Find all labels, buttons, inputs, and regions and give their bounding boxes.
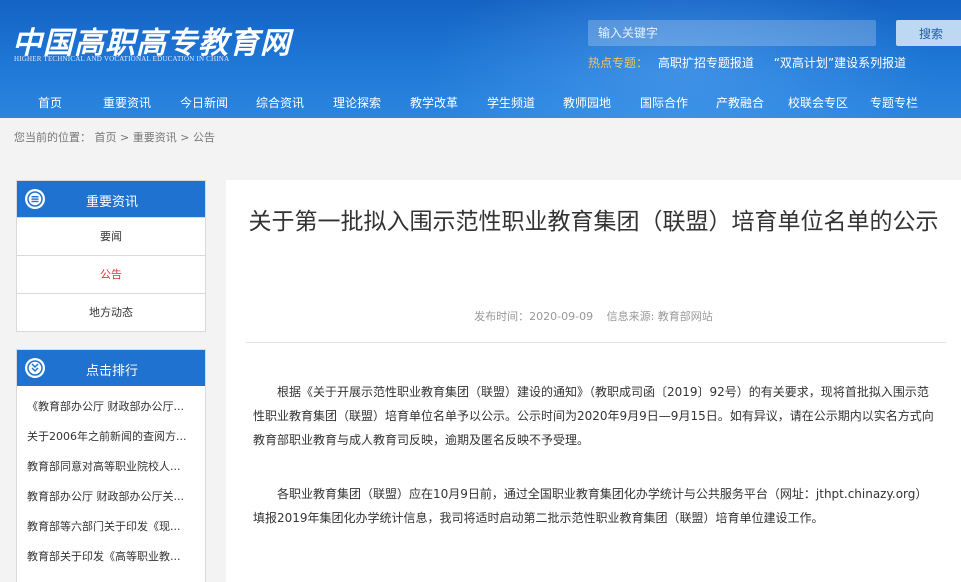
- breadcrumb-current[interactable]: 公告: [193, 131, 215, 144]
- rank-item[interactable]: 关于2006年之前新闻的查阅方...: [17, 422, 205, 452]
- sidebar-rank-header: 点击排行: [17, 350, 205, 386]
- nav-item-industry-education[interactable]: 产教融合: [716, 92, 764, 114]
- sidebar-item-local-news[interactable]: 地方动态: [17, 293, 205, 331]
- nav-item-alliance[interactable]: 校联会专区: [788, 92, 848, 114]
- nav-item-students[interactable]: 学生频道: [487, 92, 535, 114]
- rank-item[interactable]: 《教育部办公厅 财政部办公厅...: [17, 392, 205, 422]
- sidebar-rank-panel: 点击排行 《教育部办公厅 财政部办公厅... 关于2006年之前新闻的查阅方..…: [16, 349, 206, 582]
- article-divider: [246, 342, 946, 343]
- hot-topic-link[interactable]: “双高计划”建设系列报道: [774, 56, 906, 70]
- nav-item-today-news[interactable]: 今日新闻: [180, 92, 228, 114]
- article-source: 信息来源: 教育部网站: [606, 310, 713, 323]
- sidebar-rank-title: 点击排行: [85, 364, 138, 379]
- hot-topics-label: 热点专题：: [588, 56, 649, 70]
- article-paragraph: 各职业教育集团（联盟）应在10月9日前，通过全国职业教育集团化办学统计与公共服务…: [253, 487, 928, 525]
- article-date: 发布时间：2020-09-09: [474, 310, 594, 323]
- nav-item-international[interactable]: 国际合作: [640, 92, 688, 114]
- site-header: 中国高职高专教育网 HIGHER TECHNICAL AND VOCATIONA…: [0, 0, 961, 118]
- hot-topic-link[interactable]: 高职扩招专题报道: [658, 56, 754, 70]
- main-nav: 首页 重要资讯 今日新闻 综合资讯 理论探索 教学改革 学生频道 教师园地 国际…: [0, 92, 961, 114]
- article-panel: 关于第一批拟入围示范性职业教育集团（联盟）培育单位名单的公示 发布时间：2020…: [226, 180, 961, 582]
- search-button[interactable]: 搜索: [896, 20, 961, 46]
- breadcrumb-prefix: 您当前的位置：: [14, 131, 91, 144]
- nav-item-special-topics[interactable]: 专题专栏: [870, 92, 918, 114]
- breadcrumb-important-news[interactable]: 重要资讯: [133, 131, 177, 144]
- nav-item-teachers[interactable]: 教师园地: [563, 92, 611, 114]
- rank-item[interactable]: 教育部同意对高等职业院校人...: [17, 452, 205, 482]
- sidebar-item-announcements[interactable]: 公告: [17, 255, 205, 293]
- nav-item-home[interactable]: 首页: [38, 92, 62, 114]
- sidebar-news-header: 重要资讯: [17, 181, 205, 217]
- sidebar-item-headlines[interactable]: 要闻: [17, 217, 205, 255]
- rank-item[interactable]: 教育部等六部门关于印发《现...: [17, 512, 205, 542]
- article-paragraph: 根据《关于开展示范性职业教育集团（联盟）建设的通知》（教职成司函〔2019〕92…: [253, 385, 934, 447]
- rank-item[interactable]: 教育部办公厅 财政部办公厅关...: [17, 482, 205, 512]
- rank-item[interactable]: 教育部关于印发《高等职业教...: [17, 542, 205, 572]
- sidebar-news-title: 重要资讯: [85, 195, 138, 210]
- hot-topics: 热点专题： 高职扩招专题报道 “双高计划”建设系列报道: [588, 54, 922, 71]
- article-title: 关于第一批拟入围示范性职业教育集团（联盟）培育单位名单的公示: [248, 209, 939, 235]
- sidebar-news-panel: 重要资讯 要闻 公告 地方动态: [16, 180, 206, 332]
- nav-item-theory[interactable]: 理论探索: [333, 92, 381, 114]
- search-input[interactable]: [588, 20, 876, 46]
- nav-item-general-news[interactable]: 综合资讯: [256, 92, 304, 114]
- breadcrumb-separator: >: [180, 131, 190, 144]
- nav-item-teaching-reform[interactable]: 教学改革: [410, 92, 458, 114]
- breadcrumb-separator: >: [120, 131, 130, 144]
- breadcrumb: 您当前的位置： 首页 > 重要资讯 > 公告: [14, 129, 215, 145]
- rank-list: 《教育部办公厅 财政部办公厅... 关于2006年之前新闻的查阅方... 教育部…: [17, 386, 205, 572]
- site-logo-english: HIGHER TECHNICAL AND VOCATIONAL EDUCATIO…: [14, 55, 230, 63]
- article-meta: 发布时间：2020-09-09 信息来源: 教育部网站: [226, 308, 961, 324]
- breadcrumb-home[interactable]: 首页: [95, 131, 117, 144]
- nav-item-important-news[interactable]: 重要资讯: [103, 92, 151, 114]
